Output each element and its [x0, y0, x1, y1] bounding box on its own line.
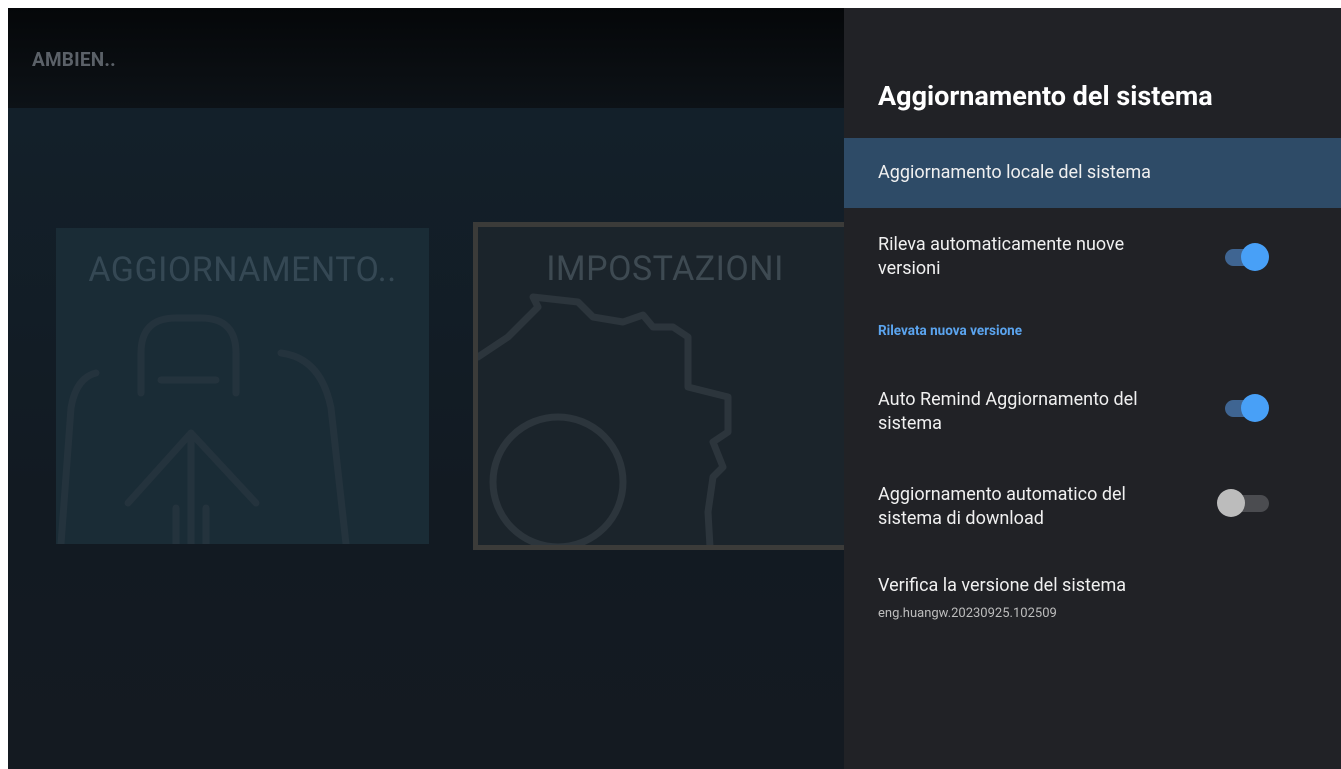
menu-item-check-version[interactable]: Verifica la versione del sistema eng.hua…: [844, 570, 1341, 640]
tv-screen: AMBIEN.. AGGIORNAMENTO.. IMPOSTAZIONI: [8, 8, 1341, 769]
menu-item-auto-download[interactable]: Aggiornamento automatico del sistema di …: [844, 476, 1341, 546]
menu-item-label: Aggiornamento locale del sistema: [878, 161, 1298, 185]
menu-item-auto-remind[interactable]: Auto Remind Aggiornamento del sistema: [844, 381, 1341, 451]
tile-settings[interactable]: IMPOSTAZIONI: [473, 222, 853, 550]
menu-item-local-update[interactable]: Aggiornamento locale del sistema: [844, 138, 1341, 208]
menu-item-label: Auto Remind Aggiornamento del sistema: [878, 388, 1178, 436]
auto-remind-toggle[interactable]: [1225, 394, 1269, 422]
tile-label: IMPOSTAZIONI: [478, 249, 848, 289]
menu-item-auto-detect[interactable]: Rileva automaticamente nuove versioni: [844, 226, 1341, 296]
top-bar: AMBIEN..: [8, 8, 844, 108]
tile-system-update[interactable]: AGGIORNAMENTO..: [56, 228, 429, 544]
auto-download-toggle[interactable]: [1225, 489, 1269, 517]
version-string: eng.huangw.20230925.102509: [878, 606, 1057, 621]
menu-item-label: Rileva automaticamente nuove versioni: [878, 233, 1178, 281]
app-title: AMBIEN..: [32, 48, 116, 71]
panel-title: Aggiornamento del sistema: [878, 80, 1213, 112]
toggle-thumb: [1217, 489, 1245, 517]
menu-item-label: Verifica la versione del sistema: [878, 574, 1298, 598]
auto-detect-toggle[interactable]: [1225, 243, 1269, 271]
toggle-thumb: [1241, 394, 1269, 422]
settings-panel: Aggiornamento del sistema Aggiornamento …: [844, 8, 1341, 769]
menu-item-label: Aggiornamento automatico del sistema di …: [878, 483, 1178, 531]
section-label: Rilevata nuova versione: [878, 323, 1022, 339]
toggle-thumb: [1241, 243, 1269, 271]
tile-label: AGGIORNAMENTO..: [56, 250, 429, 290]
